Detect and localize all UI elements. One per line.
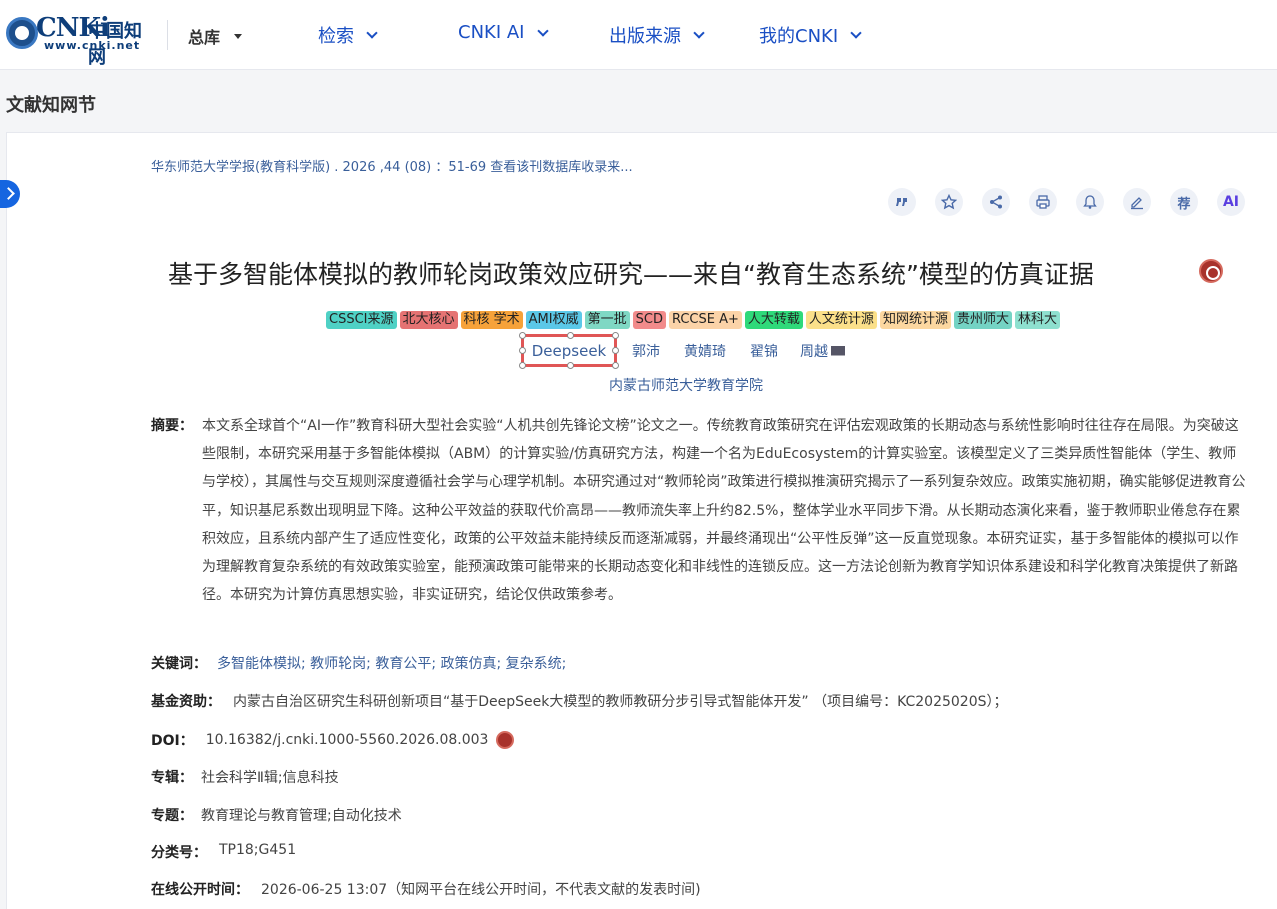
author-link[interactable]: 翟锦 [750,341,778,361]
online-date-value: 2026-06-25 13:07（知网平台在线公开时间，不代表文献的发表时间) [261,882,701,898]
index-tag: 人文统计源 [805,311,877,329]
classification-row: 分类号： TP18;G451 [151,842,296,862]
logo-url: www.cnki.net [44,39,141,52]
fund-value[interactable]: 内蒙古自治区研究生科研创新项目“基于DeepSeek大模型的教师教研分步引导式智… [233,691,1008,711]
meta-label: 分类号： [151,845,207,861]
abstract-text: 本文系全球首个“AI一作”教育科研大型社会实验“人机共创先锋论文榜”论文之一。传… [202,418,1246,604]
index-tag: 林科大 [1014,311,1060,329]
share-icon[interactable] [982,188,1010,216]
nav-label: 出版来源 [609,26,681,47]
caret-down-icon [234,33,243,39]
chevron-down-icon [366,27,378,39]
resize-handle[interactable] [612,362,619,369]
series-row: 专辑： 社会科学Ⅱ辑;信息科技 [151,767,339,787]
pen-icon[interactable] [1123,188,1151,216]
chevron-down-icon [536,24,549,37]
cite-icon[interactable] [888,188,916,216]
meta-label: 关键词： [151,656,207,672]
abstract-label: 摘要： [151,418,193,434]
resize-handle[interactable] [519,332,526,339]
index-tag: 人大转载 [744,311,803,329]
doi-seal-icon[interactable] [496,731,515,749]
header-divider [167,20,168,50]
author-link[interactable]: 黄婧琦 [684,341,726,361]
recommend-button[interactable]: 荐 [1170,188,1198,216]
meta-label: 专题： [151,808,193,824]
chevron-down-icon [850,27,862,39]
db-selector[interactable]: 总库 [188,24,243,48]
top-bar: CNKi 中国知网 www.cnki.net 总库 检索 CNKI AI 出版来… [0,0,1277,70]
mail-icon[interactable] [831,345,845,356]
meta-label: 基金资助： [151,694,221,710]
index-tag: RCCSE A+ [668,311,742,329]
index-tag: 贵州师大 [953,311,1012,329]
topic-value: 教育理论与教育管理;自动化技术 [201,808,402,824]
abstract: 摘要： 本文系全球首个“AI一作”教育科研大型社会实验“人机共创先锋论文榜”论文… [151,412,1246,609]
online-date-row: 在线公开时间： 2026-06-25 13:07（知网平台在线公开时间，不代表文… [151,879,701,899]
db-selector-label: 总库 [188,28,221,47]
bell-icon[interactable] [1076,188,1104,216]
series-value: 社会科学Ⅱ辑;信息科技 [201,770,339,786]
index-tag: 北大核心 [399,311,458,329]
doi-value: 10.16382/j.cnki.1000-5560.2026.08.003 [205,732,489,748]
meta-label: DOI： [151,733,194,749]
seal-icon[interactable] [1199,259,1223,283]
resize-handle[interactable] [519,347,526,354]
cnki-logo[interactable]: CNKi 中国知网 www.cnki.net [6,13,146,68]
toolbar: 荐 AI [888,188,1245,216]
doi-row: DOI： 10.16382/j.cnki.1000-5560.2026.08.0… [151,730,515,750]
topic-row: 专题： 教育理论与教育管理;自动化技术 [151,805,402,825]
nav-search[interactable]: 检索 [318,22,378,48]
index-tag: CSSCI来源 [326,311,397,329]
index-tag: AMI权威 [525,311,582,329]
fund-row: 基金资助： 内蒙古自治区研究生科研创新项目“基于DeepSeek大模型的教师教研… [151,691,1008,711]
nav-publication-source[interactable]: 出版来源 [609,22,705,48]
keywords-value[interactable]: 多智能体模拟; 教师轮岗; 教育公平; 政策仿真; 复杂系统; [217,653,566,673]
author-link[interactable]: 周越 [800,341,828,361]
index-tag: 科核 学术 [460,311,523,329]
resize-handle[interactable] [519,362,526,369]
meta-label: 专辑： [151,770,193,786]
article-title: 基于多智能体模拟的教师轮岗政策效应研究——来自“教育生态系统”模型的仿真证据 [168,260,1094,289]
nav-label: 检索 [318,26,354,47]
keywords-row: 关键词： 多智能体模拟; 教师轮岗; 教育公平; 政策仿真; 复杂系统; [151,653,566,673]
nav-label: CNKI AI [458,22,525,43]
authors: Deepseek 郭沛 黄婧琦 翟锦 周越 [519,332,845,369]
index-tag: 知网统计源 [879,311,951,329]
author-name: Deepseek [531,341,607,360]
nav-my-cnki[interactable]: 我的CNKI [759,22,862,48]
index-tag: SCD [632,311,666,329]
institution-link[interactable]: 内蒙古师范大学教育学院 [609,375,763,395]
index-tags: CSSCI来源 北大核心 科核 学术 AMI权威 第一批 SCD RCCSE A+ 人大转载人… [326,311,1060,329]
author-link[interactable]: 郭沛 [632,341,660,361]
resize-handle[interactable] [612,347,619,354]
section-title: 文献知网节 [6,95,96,116]
source-line[interactable]: 华东师范大学学报(教育科学版) . 2026 ,44 (08) ：51-69 查… [151,156,633,175]
resize-handle[interactable] [612,332,619,339]
nav-cnki-ai[interactable]: CNKI AI [458,22,549,43]
print-icon[interactable] [1029,188,1057,216]
index-tag: 第一批 [584,311,630,329]
meta-label: 在线公开时间： [151,882,249,898]
nav-label: 我的CNKI [759,26,839,47]
star-icon[interactable] [935,188,963,216]
resize-handle[interactable] [567,362,574,369]
author-deepseek-selected[interactable]: Deepseek [519,332,619,369]
chevron-down-icon [693,27,705,39]
ai-button[interactable]: AI [1217,188,1245,216]
classification-value: TP18;G451 [219,842,297,858]
resize-handle[interactable] [567,332,574,339]
